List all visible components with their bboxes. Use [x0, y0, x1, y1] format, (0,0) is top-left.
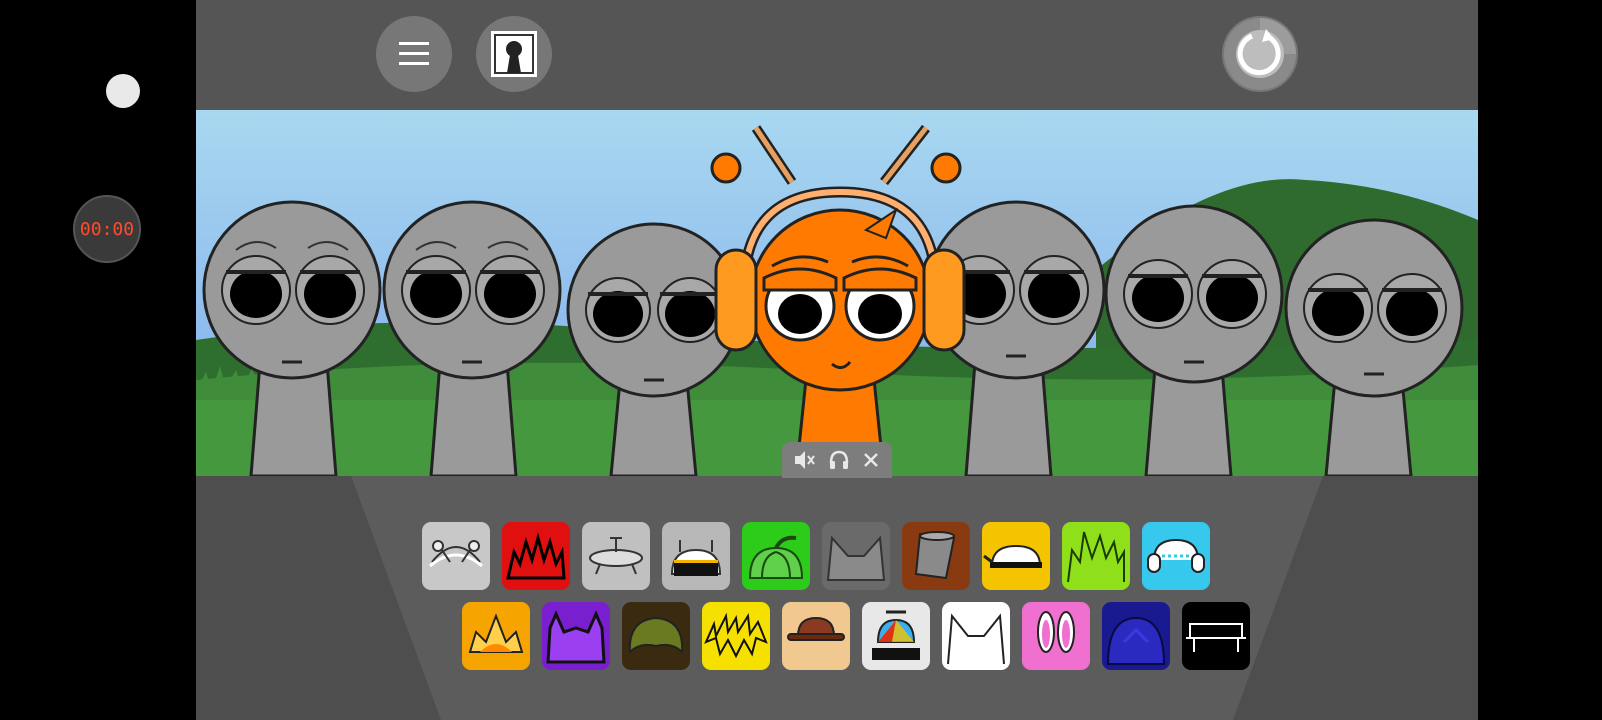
- palette-green-pumpkin[interactable]: [742, 522, 810, 590]
- palette-red-spiky-hair[interactable]: [502, 522, 570, 590]
- hamburger-icon: [399, 42, 429, 65]
- palette-tan-hat[interactable]: [782, 602, 850, 670]
- reset-button[interactable]: [1222, 16, 1298, 92]
- right-margin: [1478, 0, 1602, 720]
- character-sound-controls: [782, 442, 892, 478]
- palette-white-cat-ears[interactable]: [942, 602, 1010, 670]
- character-slot-7[interactable]: [1284, 218, 1464, 476]
- character-slot-6[interactable]: [1104, 204, 1284, 476]
- palette-brown-bucket[interactable]: [902, 522, 970, 590]
- close-icon[interactable]: [861, 450, 881, 470]
- portrait-button[interactable]: [476, 16, 552, 92]
- palette-dark-antenna-visor[interactable]: [662, 522, 730, 590]
- recorder-panel: 00:00: [0, 0, 196, 720]
- palette-yellow-lightning-hair[interactable]: [702, 602, 770, 670]
- palette-black-bench[interactable]: [1182, 602, 1250, 670]
- character-slot-4[interactable]: [710, 124, 966, 476]
- palette-purple-horns[interactable]: [542, 602, 610, 670]
- floor-shading: [196, 476, 1478, 720]
- reset-icon: [1224, 18, 1296, 90]
- palette-orange-crown[interactable]: [462, 602, 530, 670]
- record-timer[interactable]: 00:00: [73, 195, 141, 263]
- palette-gray-disc-hat[interactable]: [582, 522, 650, 590]
- palette-lime-spiky-hair[interactable]: [1062, 522, 1130, 590]
- record-toggle[interactable]: [106, 74, 140, 108]
- character-slot-3[interactable]: [566, 222, 742, 476]
- character-scene: [196, 110, 1478, 476]
- palette-gray-cat-ears[interactable]: [822, 522, 890, 590]
- stage-floor: [196, 476, 1478, 720]
- character-slot-2[interactable]: [382, 200, 562, 476]
- mute-icon[interactable]: [793, 449, 817, 471]
- palette-propeller-cap[interactable]: [862, 602, 930, 670]
- menu-button[interactable]: [376, 16, 452, 92]
- palette-navy-helmet[interactable]: [1102, 602, 1170, 670]
- palette-olive-hair[interactable]: [622, 602, 690, 670]
- headphones-icon[interactable]: [828, 449, 850, 471]
- top-toolbar: [196, 0, 1478, 110]
- palette-gray-antennae[interactable]: [422, 522, 490, 590]
- characters-layer: [202, 124, 1464, 476]
- palette-pink-bunny-ears[interactable]: [1022, 602, 1090, 670]
- palette-cyan-headphones[interactable]: [1142, 522, 1210, 590]
- character-slot-1[interactable]: [202, 200, 382, 476]
- game-stage: [196, 0, 1478, 720]
- keyhole-portrait-icon: [491, 31, 537, 77]
- palette-yellow-cap[interactable]: [982, 522, 1050, 590]
